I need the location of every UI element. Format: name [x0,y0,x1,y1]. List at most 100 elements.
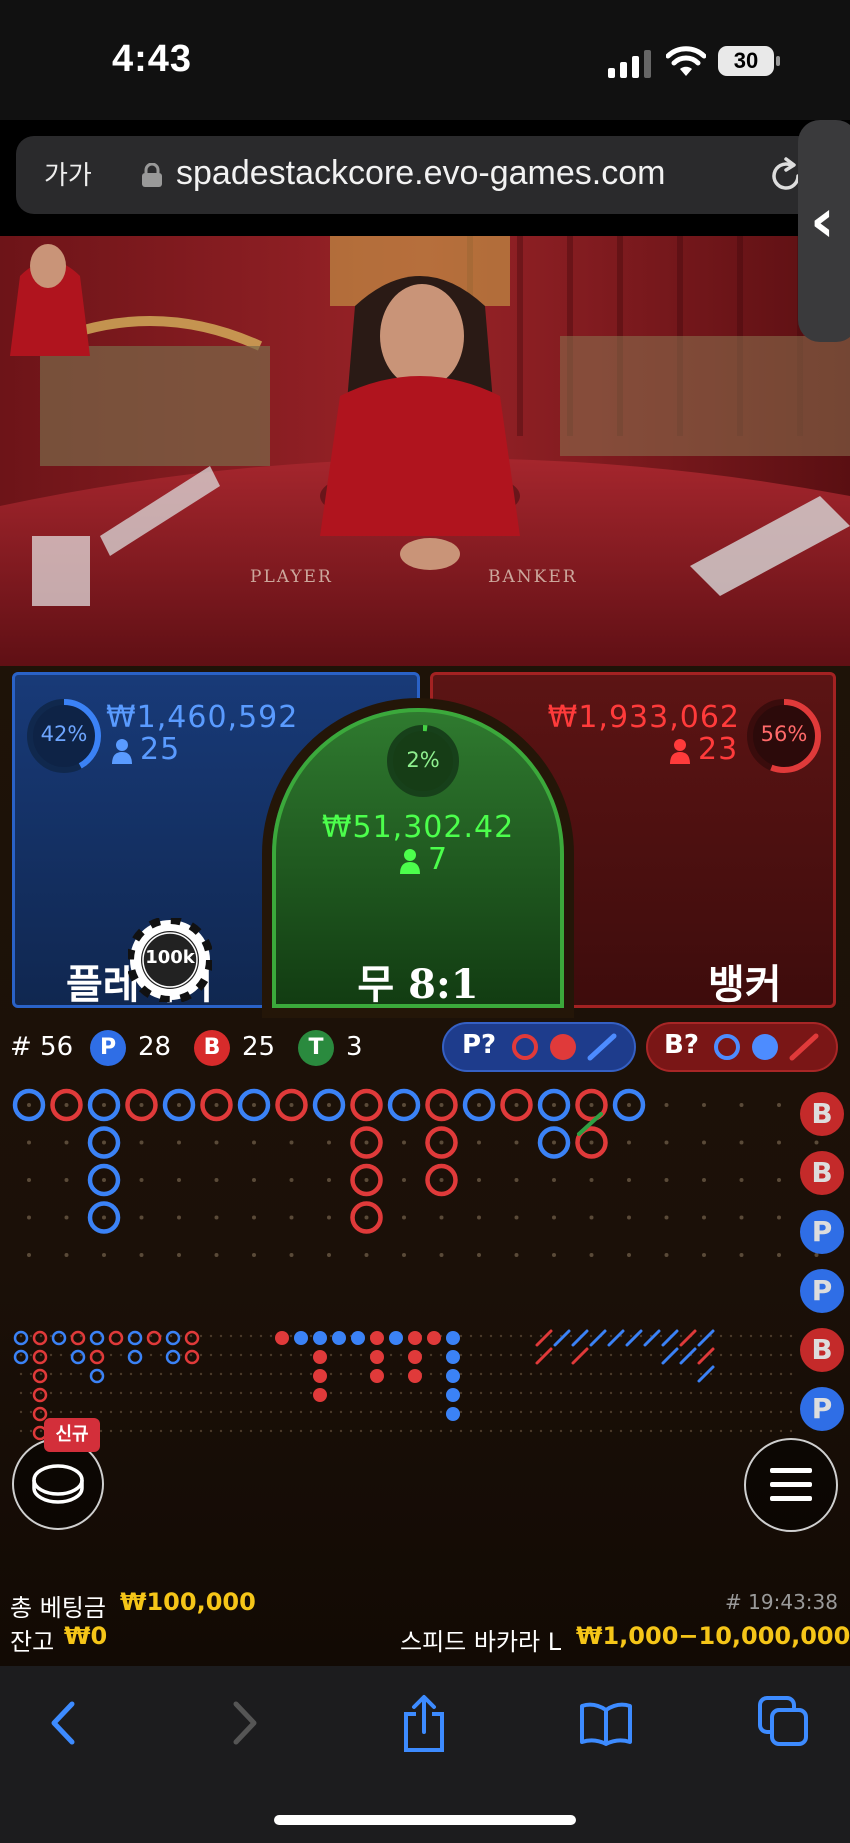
grid-dot [439,1215,444,1220]
grid-dot [252,1103,256,1107]
url-text[interactable]: spadestackcore.evo-games.com [176,154,665,193]
grid-dot [319,1410,323,1414]
grid-dot [159,1391,163,1395]
grid-dot [49,1334,53,1338]
grid-dot [689,1372,693,1376]
grid-dot [609,1429,613,1433]
tabs-icon[interactable] [758,1696,810,1748]
grid-dot [169,1334,173,1338]
grid-dot [539,1372,543,1376]
bookmarks-icon[interactable] [578,1700,634,1746]
grid-dot [149,1429,153,1433]
grid-dot [579,1372,583,1376]
grid-dot [439,1353,443,1357]
grid-dot [59,1372,63,1376]
grid-dot [419,1410,423,1414]
hamburger-icon [770,1468,812,1501]
grid-dot [179,1410,183,1414]
grid-dot [402,1253,406,1257]
grid-dot [679,1372,683,1376]
grid-dot [599,1410,603,1414]
grid-dot [609,1372,613,1376]
grid-dot [402,1215,406,1220]
grid-dot [589,1391,593,1395]
grid-dot [579,1391,583,1395]
grid-dot [739,1372,743,1376]
grid-dot [469,1410,473,1414]
back-icon[interactable] [46,1700,80,1746]
balance-label: 잔고 [10,1628,55,1656]
small-road-mark [165,1330,181,1346]
grid-dot [719,1372,723,1376]
grid-dot [469,1353,473,1357]
cockroach-road-mark [679,1329,697,1347]
grid-dot [199,1372,203,1376]
grid-dot [177,1178,181,1182]
small-road-mark [89,1368,105,1384]
grid-dot [699,1391,703,1395]
grid-dot [409,1391,413,1395]
small-road-mark [184,1349,200,1365]
grid-dot [629,1334,633,1338]
grid-dot [529,1410,533,1414]
grid-dot [552,1178,556,1182]
forward-icon[interactable] [228,1700,262,1746]
share-icon[interactable] [400,1694,448,1752]
grid-dot [259,1391,263,1395]
bead-player: P [800,1210,844,1254]
grid-dot [659,1391,663,1395]
cockroach-road-mark [553,1329,571,1347]
grid-dot [519,1372,523,1376]
scoreboard[interactable] [0,1086,850,1446]
grid-dot [279,1372,283,1376]
battery-indicator: 30 [718,46,774,76]
grid-dot [629,1410,633,1414]
grid-dot [29,1334,33,1338]
grid-dot [402,1178,406,1182]
grid-dot [369,1391,373,1395]
grid-dot [327,1215,331,1220]
side-panel-tab[interactable]: ‹ [798,120,850,342]
grid-dot [64,1103,69,1107]
grid-dot [252,1215,256,1220]
grid-dot [169,1391,173,1395]
player-count: 25 [140,732,181,767]
small-road-mark [13,1330,29,1346]
grid-dot [252,1140,256,1145]
bead-player: P [800,1269,844,1313]
grid-dot [269,1353,273,1357]
grid-dot [214,1140,219,1145]
grid-dot [779,1353,783,1357]
grid-dot [339,1410,343,1414]
chip-label: 100k [145,947,195,968]
grid-dot [739,1140,744,1145]
grid-dot [619,1429,623,1433]
grid-dot [29,1391,33,1395]
grid-dot [399,1372,403,1376]
grid-dot [669,1391,673,1395]
grid-dot [499,1334,503,1338]
grid-dot [569,1334,573,1338]
grid-dot [664,1103,669,1107]
chevron-left-icon: ‹ [810,186,835,256]
grid-dot [589,1103,594,1107]
grid-dot [729,1334,733,1338]
grid-dot [777,1103,781,1107]
grid-dot [789,1372,793,1376]
grid-dot [269,1391,273,1395]
grid-dot [789,1429,793,1433]
reader-settings-button[interactable]: 가가 [44,155,92,192]
grid-dot [589,1215,594,1220]
grid-dot [309,1334,313,1338]
grid-dot [27,1253,31,1257]
grid-dot [289,1334,293,1338]
grid-dot [64,1215,69,1220]
grid-dot [214,1178,219,1182]
grid-dot [489,1372,493,1376]
grid-dot [619,1372,623,1376]
grid-dot [209,1372,213,1376]
grid-dot [627,1103,631,1107]
grid-dot [39,1353,43,1357]
cockroach-road-mark [571,1347,589,1365]
grid-dot [539,1429,543,1433]
